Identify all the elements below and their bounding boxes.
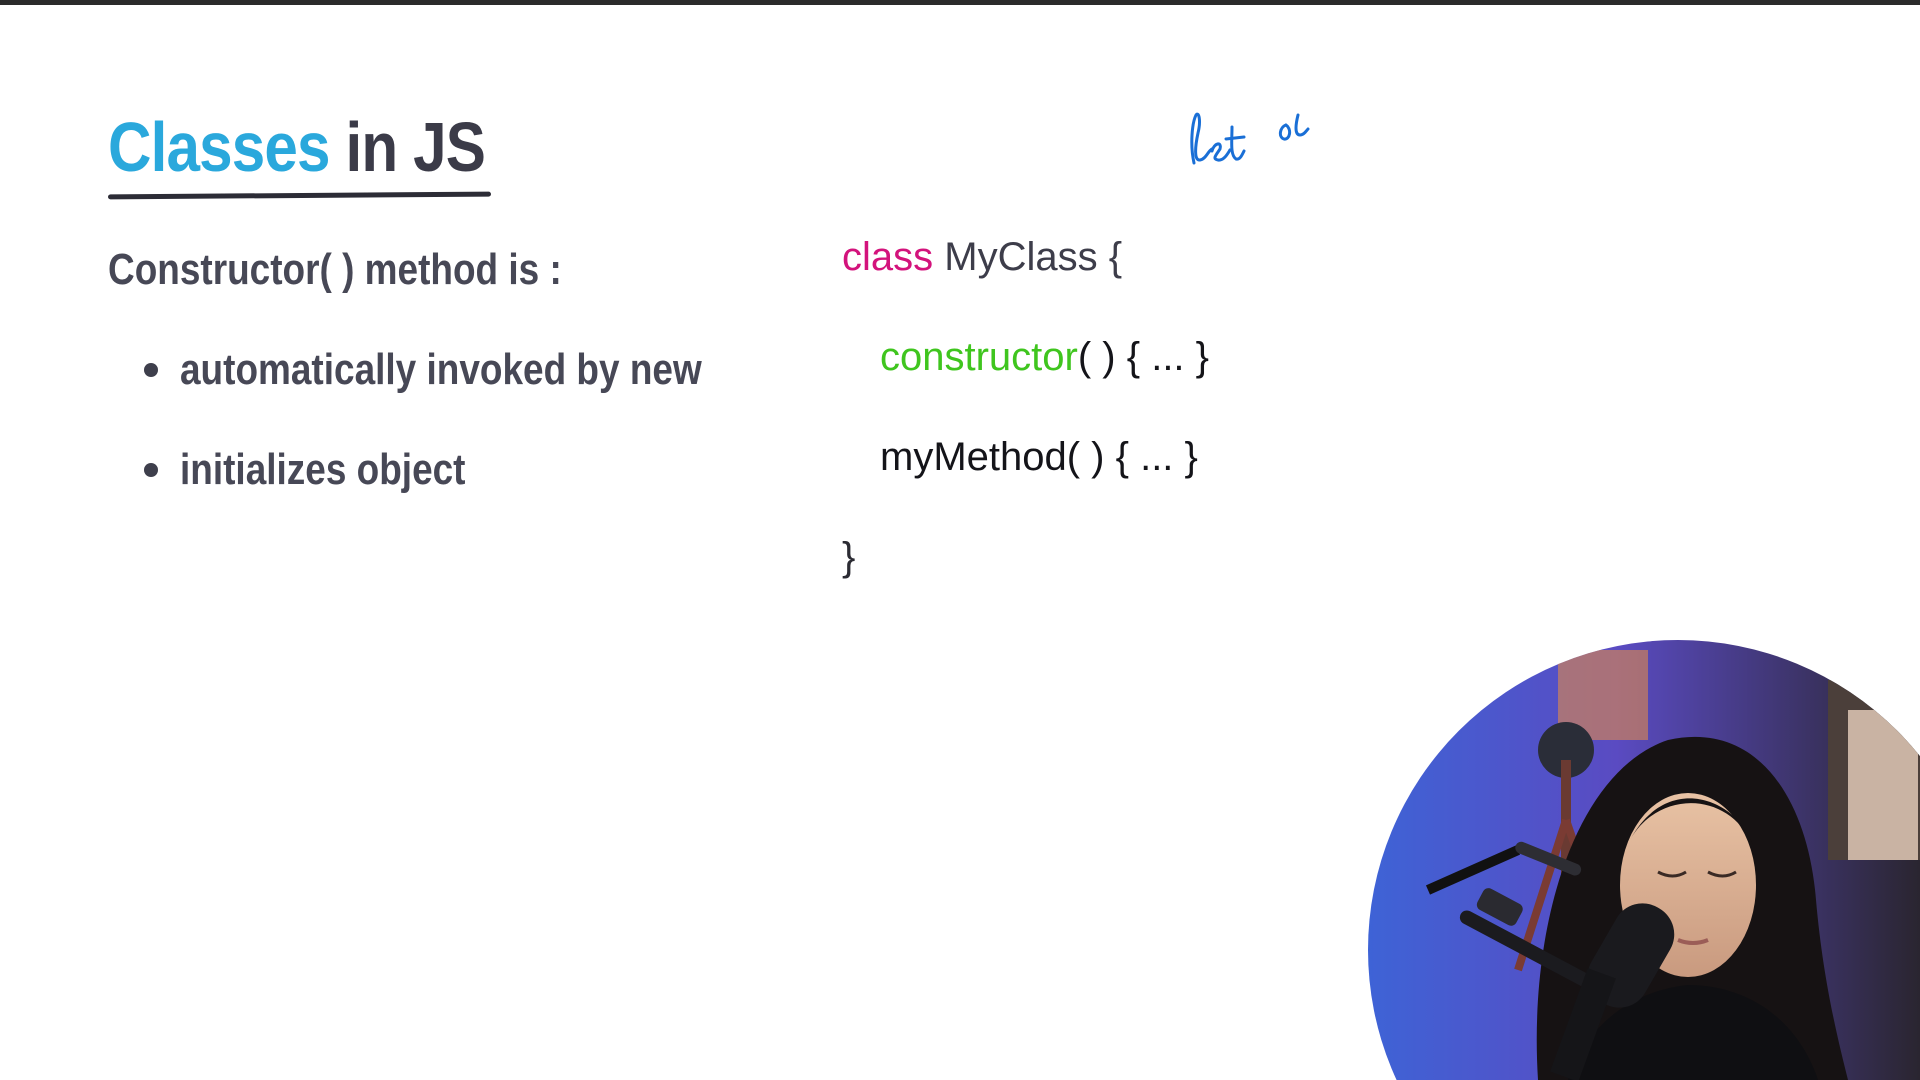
title-accent-word: Classes bbox=[108, 108, 330, 186]
code-closing-brace: } bbox=[842, 535, 856, 579]
top-border bbox=[0, 0, 1920, 5]
keyword-class: class bbox=[842, 235, 934, 279]
code-line-class: class MyClass { bbox=[842, 235, 1122, 280]
constructor-signature: ( ) { ... } bbox=[1077, 335, 1210, 379]
bullet-dot-icon bbox=[144, 463, 158, 477]
bullet-dot-icon bbox=[144, 363, 158, 377]
slide-title: Classes in JS bbox=[108, 112, 486, 182]
code-line-method: myMethod( ) { ... } bbox=[880, 435, 1198, 479]
bullet-text: automatically invoked by new bbox=[180, 345, 702, 394]
keyword-constructor: constructor bbox=[880, 335, 1078, 379]
handwriting-ink bbox=[1190, 112, 1310, 165]
bullet-text: initializes object bbox=[180, 445, 466, 494]
handwritten-annotation: let ol bbox=[1180, 105, 1340, 180]
title-underline bbox=[107, 191, 492, 200]
subheading: Constructor( ) method is : bbox=[108, 245, 562, 294]
code-line-constructor: constructor( ) { ... } bbox=[880, 335, 1209, 380]
class-name: MyClass { bbox=[944, 235, 1123, 279]
webcam-circle bbox=[1368, 640, 1920, 1080]
presenter-webcam bbox=[1368, 640, 1920, 1080]
title-rest: in JS bbox=[345, 108, 486, 186]
